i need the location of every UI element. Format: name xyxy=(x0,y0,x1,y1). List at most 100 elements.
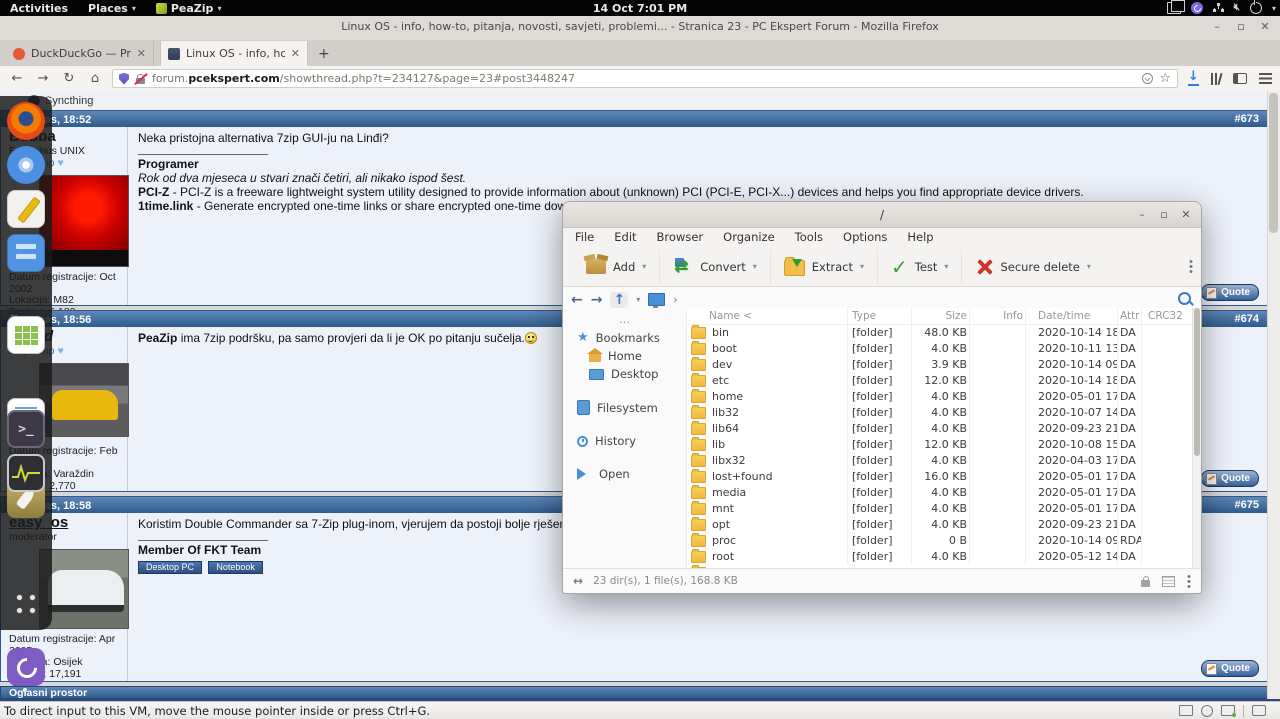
chromium-dock-icon[interactable] xyxy=(7,146,45,184)
file-list-scrollbar[interactable] xyxy=(1192,308,1201,569)
nav-up-button[interactable]: ↑ xyxy=(610,291,629,308)
vm-message-icon[interactable] xyxy=(1252,705,1266,716)
sidebar-item-bookmarks[interactable]: ★ Bookmarks xyxy=(563,328,686,347)
chevron-down-icon[interactable]: ▾ xyxy=(860,262,864,271)
table-row[interactable]: mnt [folder]4.0 KB 2020-05-01 17:05:42DA xyxy=(687,501,1201,517)
url-bar[interactable]: forum.pcekspert.com/showthread.php?t=234… xyxy=(112,69,1178,88)
tracking-protection-shield-icon[interactable] xyxy=(119,72,129,85)
forward-button[interactable]: → xyxy=(30,71,56,86)
tab-close-icon[interactable]: ✕ xyxy=(137,47,146,60)
activities-button[interactable]: Activities xyxy=(0,0,78,16)
url-text[interactable]: forum.pcekspert.com/showthread.php?t=234… xyxy=(152,72,1136,85)
sidebar-item-desktop[interactable]: Desktop xyxy=(563,365,686,383)
page-scrollbar[interactable] xyxy=(1267,91,1280,699)
syncthing-link[interactable]: Syncthing xyxy=(45,95,93,107)
table-row[interactable]: lib [folder]12.0 KB 2020-10-08 15:27:38DA xyxy=(687,437,1201,453)
column-attr[interactable]: Attr xyxy=(1117,308,1141,324)
column-info[interactable]: Info xyxy=(969,308,1025,324)
convert-button[interactable]: Convert▾ xyxy=(660,249,771,284)
table-row[interactable]: opt [folder]4.0 KB 2020-09-23 21:18:53DA xyxy=(687,517,1201,533)
vm-device-icon-1[interactable] xyxy=(1179,705,1193,716)
badge-desktop-pc[interactable]: Desktop PC xyxy=(138,561,203,574)
extract-button[interactable]: Extract ▾ xyxy=(771,249,878,284)
tab-close-icon[interactable]: ✕ xyxy=(291,47,300,60)
viber-dock-icon[interactable] xyxy=(7,648,45,692)
reload-button[interactable]: ↻ xyxy=(56,71,82,86)
nav-forward-button[interactable]: → xyxy=(591,292,603,308)
vm-device-icon-2[interactable] xyxy=(1201,704,1213,717)
maximize-button[interactable]: ▫ xyxy=(1157,208,1171,221)
menu-help[interactable]: Help xyxy=(907,230,933,247)
post-number[interactable]: #673 xyxy=(1235,113,1259,125)
column-date[interactable]: Date/time xyxy=(1025,308,1117,324)
scrollbar-thumb[interactable] xyxy=(1194,308,1200,456)
menu-browser[interactable]: Browser xyxy=(657,230,704,247)
secure-delete-button[interactable]: Secure delete ▾ xyxy=(962,250,1103,284)
home-button[interactable]: ⌂ xyxy=(82,71,108,86)
table-row[interactable]: boot [folder]4.0 KB 2020-10-11 13:18:36DA xyxy=(687,341,1201,357)
bookmark-star-icon[interactable]: ☆ xyxy=(1159,71,1171,86)
menu-organize[interactable]: Organize xyxy=(723,230,775,247)
table-row[interactable]: lib32 [folder]4.0 KB 2020-10-07 14:07:18DA xyxy=(687,405,1201,421)
library-icon[interactable] xyxy=(1210,72,1223,86)
viber-tray-icon[interactable] xyxy=(1190,2,1203,14)
onetime-link[interactable]: 1time.link xyxy=(138,199,193,213)
windows-icon[interactable] xyxy=(1166,0,1185,14)
table-row[interactable]: proc [folder]0 B 2020-10-14 09:24:59RDA xyxy=(687,533,1201,549)
files-dock-icon[interactable] xyxy=(7,234,45,272)
table-row[interactable]: libx32 [folder]4.0 KB 2020-04-03 17:00:29D… xyxy=(687,453,1201,469)
chevron-down-icon[interactable]: ▾ xyxy=(753,262,757,271)
menu-options[interactable]: Options xyxy=(843,230,887,247)
chevron-down-icon[interactable]: ▾ xyxy=(1272,4,1276,13)
table-row[interactable]: lost+found [folder]16.0 KB 2020-05-01 17:0… xyxy=(687,469,1201,485)
sidebar-item-filesystem[interactable]: Filesystem xyxy=(563,398,686,417)
minimize-button[interactable]: – xyxy=(1135,208,1149,221)
network-icon[interactable] xyxy=(1213,3,1224,13)
terminal-dock-icon[interactable]: >_ xyxy=(7,410,45,448)
table-row[interactable]: etc [folder]12.0 KB 2020-10-14 18:59:58DA xyxy=(687,373,1201,389)
sidebar-item-open[interactable]: Open xyxy=(563,465,686,483)
quote-button[interactable]: Quote xyxy=(1201,660,1259,677)
sidebar-toggle-icon[interactable] xyxy=(1232,73,1247,84)
insecure-lock-icon[interactable] xyxy=(135,73,146,85)
quote-button[interactable]: Quote xyxy=(1201,284,1259,301)
firefox-dock-icon[interactable] xyxy=(7,102,45,140)
power-icon[interactable] xyxy=(1249,0,1262,14)
view-layout-icon[interactable] xyxy=(1162,575,1175,587)
resize-columns-icon[interactable]: ↔ xyxy=(573,574,583,588)
back-button[interactable]: ← xyxy=(4,71,30,86)
toolbar-overflow-icon[interactable] xyxy=(1189,259,1193,273)
computer-icon[interactable] xyxy=(648,293,666,308)
libreoffice-calc-dock-icon[interactable] xyxy=(7,316,45,354)
post-number[interactable]: #674 xyxy=(1235,313,1259,325)
scrollbar-thumb[interactable] xyxy=(1269,93,1278,233)
search-icon[interactable] xyxy=(1178,292,1191,305)
test-button[interactable]: ✓ Test ▾ xyxy=(878,249,963,284)
clock[interactable]: 14 Oct 7:01 PM xyxy=(593,2,687,15)
sidebar-item-history[interactable]: History xyxy=(563,432,686,450)
menu-tools[interactable]: Tools xyxy=(795,230,823,247)
maximize-button[interactable]: ▫ xyxy=(1234,21,1248,33)
close-button[interactable]: ✕ xyxy=(1258,21,1272,33)
lock-icon[interactable] xyxy=(1141,575,1150,587)
volume-muted-icon[interactable]: 🔇︎ xyxy=(1234,3,1240,13)
column-type[interactable]: Type xyxy=(847,308,911,324)
chevron-down-icon[interactable]: ▾ xyxy=(944,262,948,271)
table-row[interactable]: lib64 [folder]4.0 KB 2020-09-23 21:33:44DA xyxy=(687,421,1201,437)
menu-file[interactable]: File xyxy=(575,230,594,247)
status-overflow-icon[interactable] xyxy=(1187,574,1191,588)
column-size[interactable]: Size xyxy=(911,308,969,324)
places-menu[interactable]: Places ▾ xyxy=(78,0,146,16)
minimize-button[interactable]: – xyxy=(1210,21,1224,33)
nav-back-button[interactable]: ← xyxy=(571,292,583,308)
table-row[interactable]: home [folder]4.0 KB 2020-05-01 17:04:06DA xyxy=(687,389,1201,405)
tab-duckduckgo[interactable]: DuckDuckGo — Privacy, sim ✕ xyxy=(6,41,154,66)
app-menu-peazip[interactable]: PeaZip ▾ xyxy=(146,0,232,16)
downloads-icon[interactable]: ↓ xyxy=(1188,70,1199,86)
chevron-down-icon[interactable]: ▾ xyxy=(1087,262,1091,271)
tab-linux-os[interactable]: Linux OS - info, how-to, pit ✕ xyxy=(160,41,308,66)
close-button[interactable]: ✕ xyxy=(1179,208,1193,221)
add-button[interactable]: Add ▾ xyxy=(573,249,661,284)
sidebar-header[interactable]: ... xyxy=(563,308,686,328)
menu-hamburger-icon[interactable] xyxy=(1258,73,1272,84)
